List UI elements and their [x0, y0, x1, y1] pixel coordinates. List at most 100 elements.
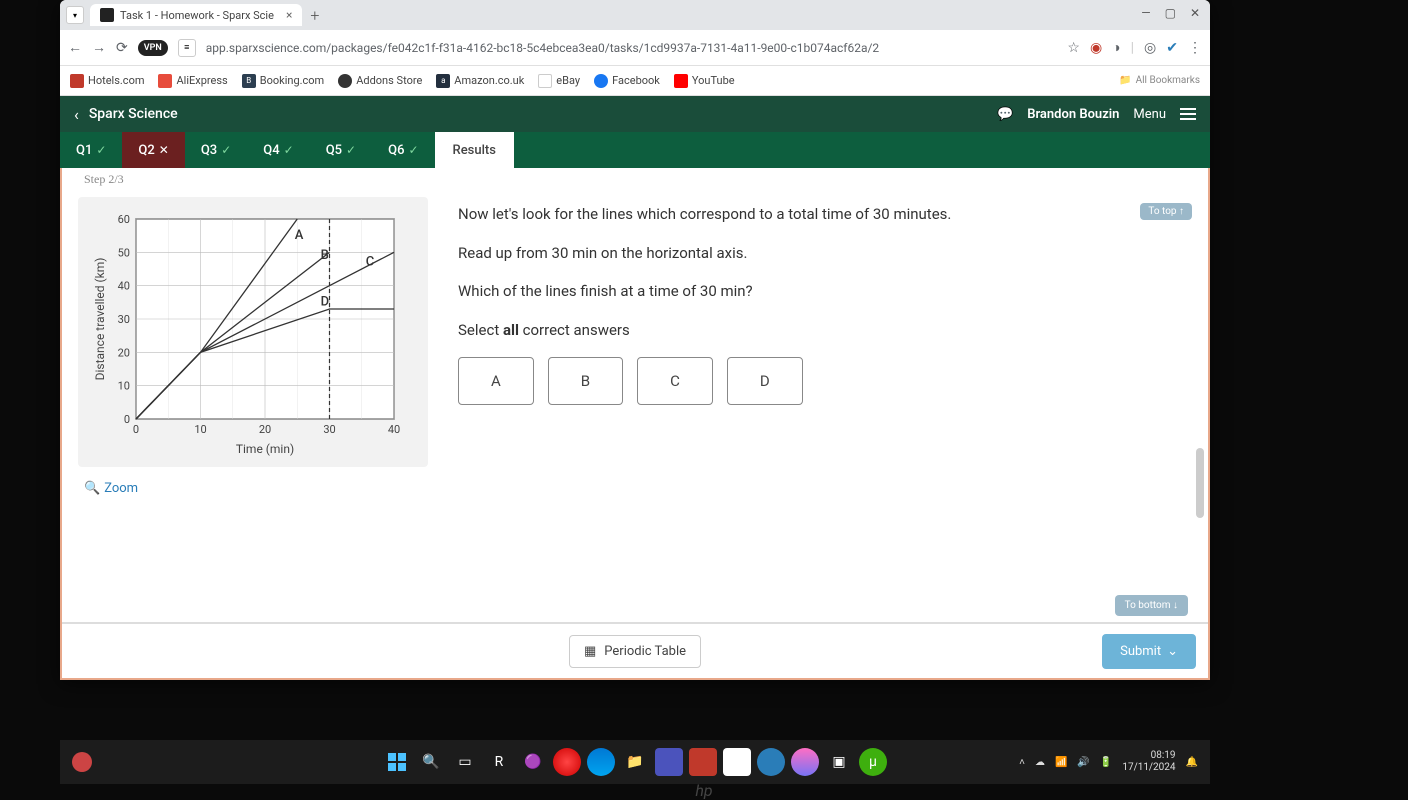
hp-logo: hp [695, 781, 712, 800]
browser-tab[interactable]: Task 1 - Homework - Sparx Scie × [90, 4, 302, 26]
app-red-icon[interactable] [689, 748, 717, 776]
svg-text:C: C [366, 255, 375, 270]
check-icon: ✓ [284, 143, 294, 157]
battery-icon[interactable]: 🔋 [1100, 757, 1112, 768]
start-icon[interactable] [383, 748, 411, 776]
answer-c[interactable]: C [637, 357, 713, 405]
app-title: Sparx Science [89, 106, 178, 122]
tab-q3[interactable]: Q3✓ [185, 132, 247, 168]
svg-text:60: 60 [118, 213, 130, 226]
question-line-2: Read up from 30 min on the horizontal ax… [458, 242, 1192, 265]
menu-label: Menu [1133, 107, 1166, 122]
maximize-icon[interactable]: ▢ [1165, 6, 1176, 20]
browser-menu-icon[interactable]: ⋮ [1188, 40, 1202, 56]
star-icon[interactable]: ☆ [1067, 40, 1080, 56]
messenger-icon[interactable] [791, 748, 819, 776]
bookmark-hotels[interactable]: Hotels.com [70, 74, 144, 88]
svg-text:0: 0 [133, 423, 139, 436]
vpn-badge[interactable]: VPN [138, 40, 168, 56]
explorer-icon[interactable]: 📁 [621, 748, 649, 776]
volume-icon[interactable]: 🔊 [1077, 757, 1089, 768]
answer-d[interactable]: D [727, 357, 803, 405]
close-icon[interactable]: × [286, 8, 292, 22]
chat-icon[interactable]: 💬 [997, 107, 1013, 122]
svg-text:Distance travelled (km): Distance travelled (km) [93, 258, 107, 381]
opera-taskbar-icon[interactable] [553, 748, 581, 776]
back-icon[interactable]: ← [68, 39, 82, 56]
all-bookmarks[interactable]: 📁 All Bookmarks [1119, 75, 1200, 86]
copilot-icon[interactable]: 🟣 [519, 748, 547, 776]
edge-icon[interactable] [587, 748, 615, 776]
svg-text:10: 10 [118, 380, 130, 393]
bookmark-booking[interactable]: BBooking.com [242, 74, 324, 88]
tab-q6[interactable]: Q6✓ [372, 132, 434, 168]
close-window-icon[interactable]: ✕ [1190, 6, 1200, 20]
bookmark-addons[interactable]: Addons Store [338, 74, 422, 88]
bookmark-facebook[interactable]: Facebook [594, 74, 660, 88]
to-bottom-button[interactable]: To bottom ↓ [1115, 595, 1188, 616]
chevron-down-icon: ⌄ [1167, 644, 1178, 659]
answer-b[interactable]: B [548, 357, 623, 405]
bookmarks-bar: Hotels.com AliExpress BBooking.com Addon… [60, 66, 1210, 96]
grid-icon: ▦ [584, 644, 596, 659]
svg-text:0: 0 [124, 413, 130, 426]
step-label: Step 2/3 [62, 168, 1208, 187]
check-icon: ✓ [346, 143, 356, 157]
question-tabs: Q1✓ Q2✕ Q3✓ Q4✓ Q5✓ Q6✓ Results [60, 132, 1210, 168]
reload-icon[interactable]: ⟳ [116, 40, 128, 56]
cloud-icon[interactable]: ☁ [1035, 757, 1045, 768]
new-tab-button[interactable]: + [310, 6, 319, 25]
teams-icon[interactable] [655, 748, 683, 776]
url-text[interactable]: app.sparxscience.com/packages/fe042c1f-f… [206, 41, 1058, 55]
utorrent-icon[interactable]: µ [859, 748, 887, 776]
clock[interactable]: 08:19 17/11/2024 [1122, 750, 1175, 774]
svg-text:30: 30 [118, 313, 130, 326]
to-top-button[interactable]: To top ↑ [1140, 203, 1192, 220]
site-info-icon[interactable]: ≡ [178, 39, 196, 57]
app-square-icon[interactable]: ▣ [825, 748, 853, 776]
minimize-icon[interactable]: ― [1141, 6, 1150, 20]
forward-icon[interactable]: → [92, 39, 106, 56]
taskview-icon[interactable]: ▭ [451, 748, 479, 776]
windows-taskbar: 🔍 ▭ R 🟣 📁 ▣ µ ˄ ☁ 📶 🔊 🔋 08:19 17/11/2024… [60, 740, 1210, 784]
content-area: Step 2/3 0102030400102030405060ABCDTime … [60, 168, 1210, 680]
tab-q2[interactable]: Q2✕ [122, 132, 184, 168]
notification-icon[interactable]: 🔔 [1186, 757, 1198, 768]
scrollbar[interactable] [1196, 448, 1204, 518]
tab-q4[interactable]: Q4✓ [247, 132, 309, 168]
svg-text:A: A [295, 228, 304, 243]
periodic-table-button[interactable]: ▦ Periodic Table [569, 635, 701, 668]
hamburger-icon[interactable] [1180, 108, 1196, 120]
tab-q1[interactable]: Q1✓ [60, 132, 122, 168]
svg-text:50: 50 [118, 246, 130, 259]
chart-panel: 0102030400102030405060ABCDTime (min)Dist… [78, 197, 428, 467]
url-bar: ← → ⟳ VPN ≡ app.sparxscience.com/package… [60, 30, 1210, 66]
chevron-up-icon[interactable]: ˄ [1019, 757, 1025, 768]
svg-text:40: 40 [118, 280, 130, 293]
svg-text:B: B [321, 248, 329, 263]
question-line-1: Now let's look for the lines which corre… [458, 203, 1192, 226]
app-white-icon[interactable] [723, 748, 751, 776]
question-body: To top ↑ Now let's look for the lines wh… [458, 197, 1192, 496]
window-dropdown[interactable]: ▾ [66, 6, 84, 24]
bookmark-aliexpress[interactable]: AliExpress [158, 74, 227, 88]
tab-results[interactable]: Results [435, 132, 514, 168]
answer-a[interactable]: A [458, 357, 534, 405]
wifi-icon[interactable]: 📶 [1055, 757, 1067, 768]
zoom-button[interactable]: 🔍 Zoom [84, 481, 428, 496]
bookmark-amazon[interactable]: aAmazon.co.uk [436, 74, 524, 88]
shield-icon[interactable]: ◉ [1090, 40, 1102, 56]
browser-icon[interactable] [757, 748, 785, 776]
submit-button[interactable]: Submit ⌄ [1102, 634, 1196, 669]
extension2-icon[interactable]: ✔ [1166, 40, 1178, 56]
extension-icon[interactable]: ◑ [1112, 39, 1120, 56]
bookmark-youtube[interactable]: YouTube [674, 74, 735, 88]
weather-icon[interactable] [72, 752, 92, 772]
tab-q5[interactable]: Q5✓ [310, 132, 372, 168]
app-back-icon[interactable]: ‹ [74, 105, 79, 124]
opera-icon[interactable]: ◎ [1144, 40, 1156, 56]
search-icon[interactable]: 🔍 [417, 748, 445, 776]
bookmark-ebay[interactable]: eBay [538, 74, 580, 88]
app-r-icon[interactable]: R [485, 748, 513, 776]
svg-text:30: 30 [323, 423, 335, 436]
